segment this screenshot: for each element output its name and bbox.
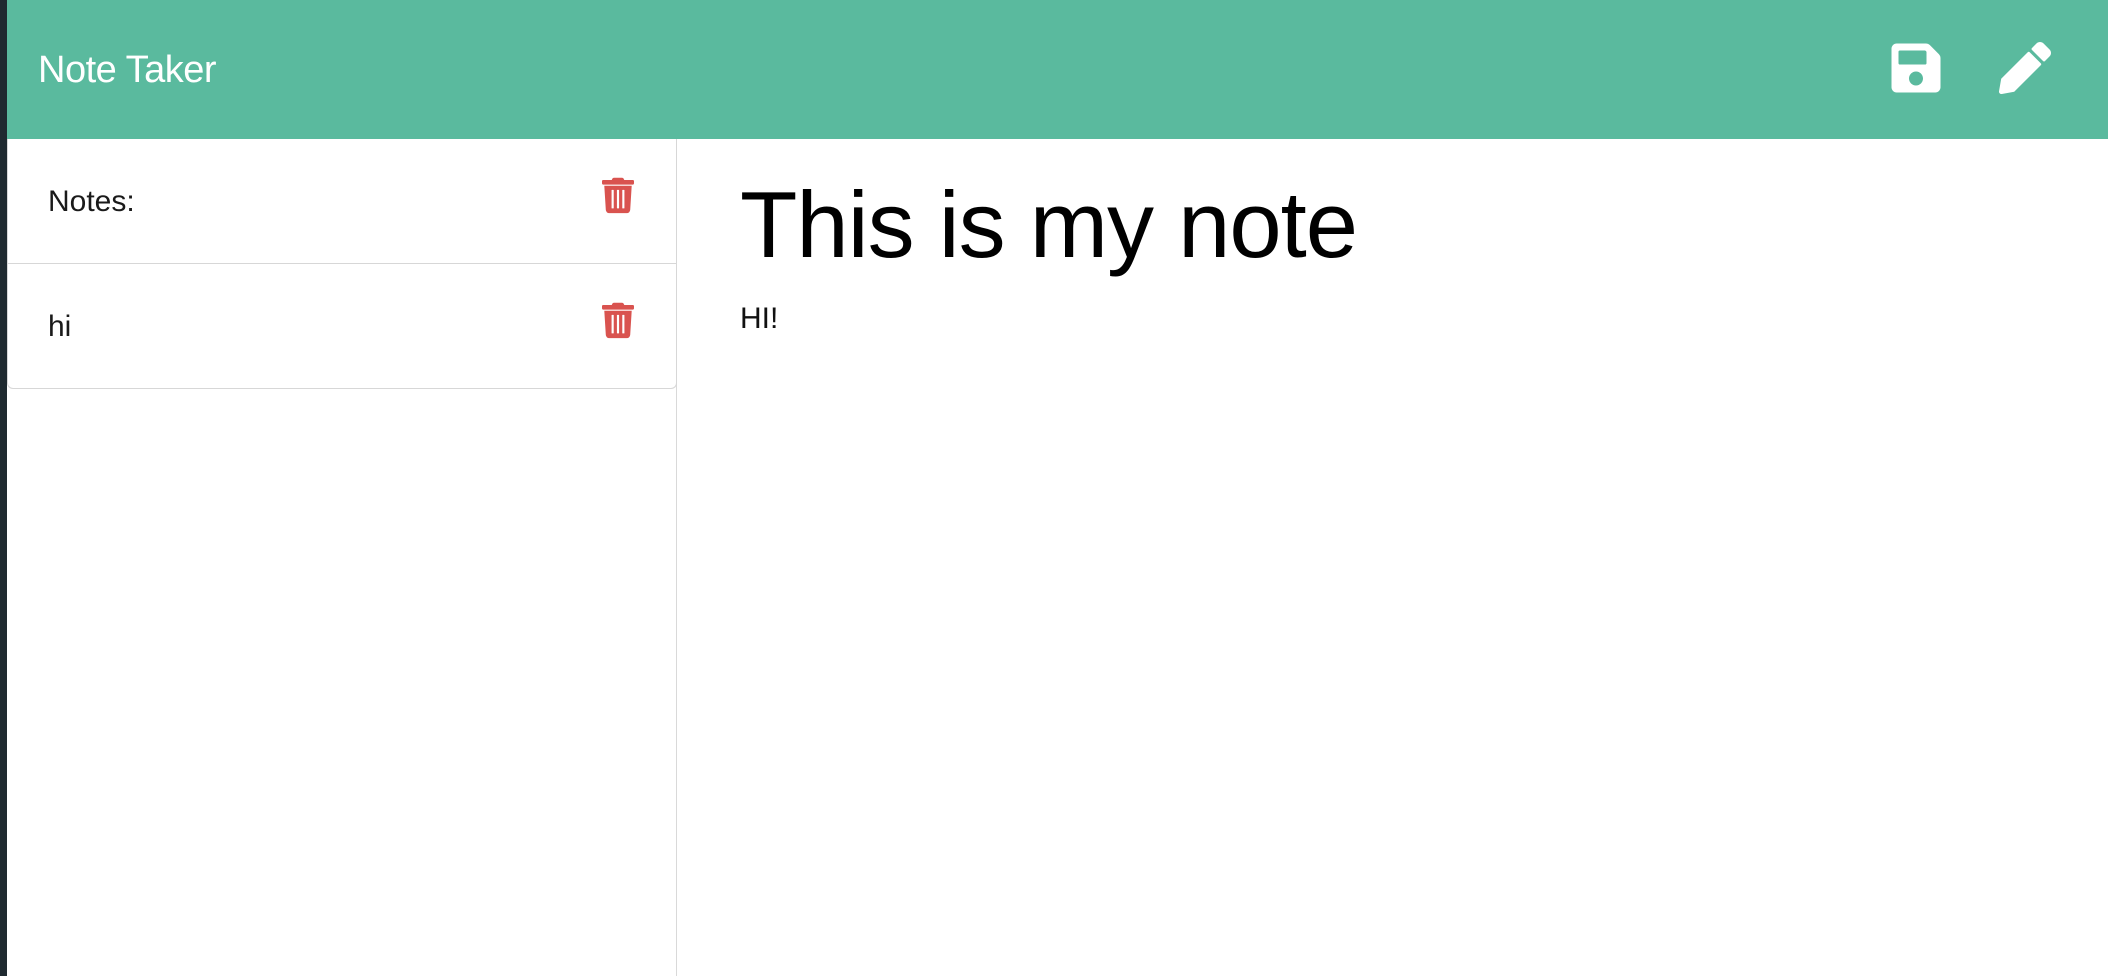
trash-icon (602, 177, 634, 214)
new-note-button[interactable] (1999, 40, 2051, 96)
save-note-button[interactable] (1890, 40, 1942, 96)
list-item[interactable]: hi (8, 264, 676, 388)
note-title-input[interactable]: This is my note (740, 165, 1358, 285)
delete-note-button[interactable] (602, 302, 634, 340)
note-editor: This is my note HI! (677, 139, 2108, 976)
pencil-icon (1999, 42, 2051, 95)
save-icon (1891, 43, 1941, 93)
background-window-strip (0, 0, 7, 976)
note-item-label: hi (48, 310, 72, 343)
list-item[interactable]: Notes: (8, 139, 676, 264)
note-taker-app: Note Taker Notes: hi This is my note HI! (7, 0, 2108, 976)
note-item-label: Notes: (48, 185, 135, 218)
delete-note-button[interactable] (602, 177, 634, 215)
note-list: Notes: hi (7, 139, 677, 389)
notes-sidebar: Notes: hi (7, 139, 677, 976)
navbar: Note Taker (7, 0, 2108, 139)
trash-icon (602, 302, 634, 339)
app-title[interactable]: Note Taker (38, 44, 217, 96)
note-text-area[interactable]: HI! (740, 299, 778, 339)
